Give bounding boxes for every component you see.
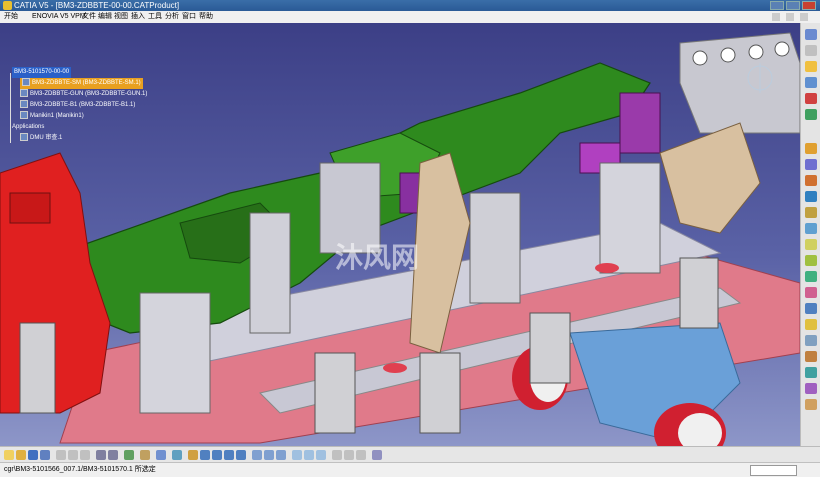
save-icon[interactable] bbox=[28, 450, 38, 460]
doc-close-button[interactable] bbox=[800, 13, 808, 21]
material-icon[interactable] bbox=[332, 450, 342, 460]
redo-icon[interactable] bbox=[108, 450, 118, 460]
manikin-icon bbox=[20, 111, 28, 120]
title-bar: CATIA V5 - [BM3-ZDBBTE-00-00.CATProduct] bbox=[0, 0, 820, 11]
clash-icon[interactable] bbox=[805, 143, 817, 154]
fly-icon[interactable] bbox=[172, 450, 182, 460]
compare-icon[interactable] bbox=[805, 191, 817, 202]
normal-view-icon[interactable] bbox=[252, 450, 262, 460]
fit-all-icon[interactable] bbox=[188, 450, 198, 460]
watermark: 沐风网 bbox=[335, 242, 420, 273]
video-icon[interactable] bbox=[805, 335, 817, 346]
close-button[interactable] bbox=[802, 1, 816, 10]
menu-enovia[interactable]: ENOVIA V5 VPM bbox=[32, 11, 86, 23]
status-bar: cgr\BM3-5101566_007.1/BM3-5101570.1 所选定 bbox=[0, 462, 820, 477]
vision-icon[interactable] bbox=[805, 399, 817, 410]
menu-insert[interactable]: 插入 bbox=[131, 11, 145, 23]
measure-between-icon[interactable] bbox=[344, 450, 354, 460]
copy-icon[interactable] bbox=[68, 450, 78, 460]
catia-logo bbox=[775, 423, 795, 441]
tree-root[interactable]: BM3-5101570-00-00 bbox=[12, 67, 72, 78]
hide-show-icon[interactable] bbox=[304, 450, 314, 460]
window-title: CATIA V5 - [BM3-ZDBBTE-00-00.CATProduct] bbox=[14, 1, 180, 10]
menu-start[interactable]: 开始 bbox=[4, 11, 18, 23]
menu-help[interactable]: 帮助 bbox=[199, 11, 213, 23]
tree-item-label: DMU 审查.1 bbox=[30, 135, 63, 141]
undo-icon[interactable] bbox=[96, 450, 106, 460]
cut-icon[interactable] bbox=[56, 450, 66, 460]
tree-item-manikin[interactable]: Manikin1 (Manikin1) bbox=[20, 111, 84, 122]
snapshot-icon[interactable] bbox=[372, 450, 382, 460]
menu-analyze[interactable]: 分析 bbox=[165, 11, 179, 23]
tree-item-dmu-review[interactable]: DMU 审查.1 bbox=[20, 133, 62, 144]
open-icon[interactable] bbox=[16, 450, 26, 460]
catalog-icon[interactable] bbox=[156, 450, 166, 460]
section-icon[interactable] bbox=[805, 159, 817, 170]
zoom-out-icon[interactable] bbox=[236, 450, 246, 460]
specification-tree: BM3-5101570-00-00 BM3-ZDBBTE-SM (BM3-ZDB… bbox=[6, 67, 206, 167]
rotate-icon[interactable] bbox=[212, 450, 222, 460]
tree-item-sm[interactable]: BM3-ZDBBTE-SM (BM3-ZDBBTE-SM.1) bbox=[20, 78, 143, 89]
manikin-icon[interactable] bbox=[805, 367, 817, 378]
tree-item-label: BM3-ZDBBTE-B1 (BM3-ZDBBTE-B1.1) bbox=[30, 102, 136, 108]
paste-icon[interactable] bbox=[80, 450, 90, 460]
menu-edit[interactable]: 编辑 bbox=[98, 11, 112, 23]
tree-item-label: BM3-ZDBBTE-SM (BM3-ZDBBTE-SM.1) bbox=[32, 80, 141, 86]
swap-visible-icon[interactable] bbox=[316, 450, 326, 460]
catia-app-icon bbox=[3, 1, 12, 10]
menu-view[interactable]: 视图 bbox=[114, 11, 128, 23]
iso-view-icon[interactable] bbox=[276, 450, 286, 460]
swept-icon[interactable] bbox=[805, 255, 817, 266]
light-icon[interactable] bbox=[805, 239, 817, 250]
menu-file[interactable]: 文件 bbox=[82, 11, 96, 23]
dmu-icon bbox=[20, 133, 28, 142]
right-toolbar bbox=[800, 23, 820, 446]
bottom-toolbar bbox=[0, 446, 820, 463]
track-icon[interactable] bbox=[805, 287, 817, 298]
maximize-button[interactable] bbox=[786, 1, 800, 10]
command-input[interactable] bbox=[750, 465, 797, 476]
tree-item-label: BM3-ZDBBTE-GUN (BM3-ZDBBTE-GUN.1) bbox=[30, 91, 148, 97]
doc-restore-button[interactable] bbox=[786, 13, 794, 21]
measure-icon[interactable] bbox=[805, 109, 817, 120]
update-icon[interactable] bbox=[124, 450, 134, 460]
measure-item-icon[interactable] bbox=[356, 450, 366, 460]
view-icon[interactable] bbox=[805, 223, 817, 234]
doc-minimize-button[interactable] bbox=[772, 13, 780, 21]
posture-icon[interactable] bbox=[805, 383, 817, 394]
toolbar-icon[interactable] bbox=[805, 45, 817, 56]
product-icon bbox=[20, 100, 28, 109]
zoom-in-icon[interactable] bbox=[224, 450, 234, 460]
distance-icon[interactable] bbox=[805, 175, 817, 186]
constraint-icon[interactable] bbox=[805, 93, 817, 104]
tree-item-label: Manikin1 (Manikin1) bbox=[30, 113, 84, 119]
kinematics-icon[interactable] bbox=[805, 351, 817, 362]
sketch-icon[interactable] bbox=[805, 61, 817, 72]
product-icon bbox=[20, 89, 28, 98]
player-icon[interactable] bbox=[805, 319, 817, 330]
product-icon bbox=[22, 78, 30, 87]
pan-icon[interactable] bbox=[200, 450, 210, 460]
tree-item-gun[interactable]: BM3-ZDBBTE-GUN (BM3-ZDBBTE-GUN.1) bbox=[20, 89, 147, 100]
formula-icon[interactable] bbox=[140, 450, 150, 460]
multi-view-icon[interactable] bbox=[264, 450, 274, 460]
print-icon[interactable] bbox=[40, 450, 50, 460]
new-icon[interactable] bbox=[4, 450, 14, 460]
simulation-icon[interactable] bbox=[805, 271, 817, 282]
menu-window[interactable]: 窗口 bbox=[182, 11, 196, 23]
3d-viewport[interactable]: BM3-5101570-00-00 BM3-ZDBBTE-SM (BM3-ZDB… bbox=[0, 23, 800, 446]
tree-item-b1[interactable]: BM3-ZDBBTE-B1 (BM3-ZDBBTE-B1.1) bbox=[20, 100, 135, 111]
status-text: cgr\BM3-5101566_007.1/BM3-5101570.1 所选定 bbox=[4, 466, 156, 473]
annotation-icon[interactable] bbox=[805, 207, 817, 218]
select-icon[interactable] bbox=[805, 29, 817, 40]
minimize-button[interactable] bbox=[770, 1, 784, 10]
sequence-icon[interactable] bbox=[805, 303, 817, 314]
menu-tools[interactable]: 工具 bbox=[148, 11, 162, 23]
shading-icon[interactable] bbox=[292, 450, 302, 460]
part-icon[interactable] bbox=[805, 77, 817, 88]
tree-item-applications[interactable]: Applications bbox=[12, 122, 44, 133]
